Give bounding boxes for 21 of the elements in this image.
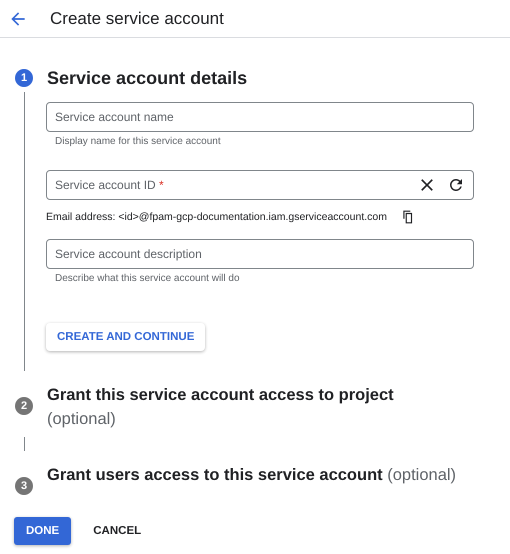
field-hint: Describe what this service account will do xyxy=(54,272,241,284)
text-field[interactable]: Service account name xyxy=(46,102,474,132)
field-placeholder: Service account description xyxy=(55,247,203,261)
step-title: Grant this service account access to project (optional) xyxy=(47,385,395,430)
step-title: Service account details xyxy=(47,67,248,90)
done-button[interactable]: DONE xyxy=(14,517,72,545)
text-field[interactable]: Service account description xyxy=(46,239,474,269)
field-placeholder: Service account name xyxy=(55,110,175,124)
step-number: 1 xyxy=(15,69,33,87)
field-placeholder: Service account ID * xyxy=(55,178,165,192)
cancel-button[interactable]: CANCEL xyxy=(91,517,144,545)
copy-icon[interactable] xyxy=(400,210,415,224)
step-number: 3 xyxy=(15,477,33,495)
refresh-icon[interactable] xyxy=(447,176,465,194)
create-and-continue-button[interactable]: CREATE AND CONTINUE xyxy=(46,323,206,351)
step-title: Grant users access to this service account (optional) xyxy=(47,465,458,486)
field-hint: Display name for this service account xyxy=(54,135,222,147)
text-field[interactable]: Service account ID * xyxy=(46,170,474,200)
page-title: Create service account xyxy=(50,8,224,28)
step-number: 2 xyxy=(15,397,33,415)
email-address: Email address: <id>@fpam-gcp-documentation.iam.gserviceaccount.com xyxy=(46,211,387,223)
